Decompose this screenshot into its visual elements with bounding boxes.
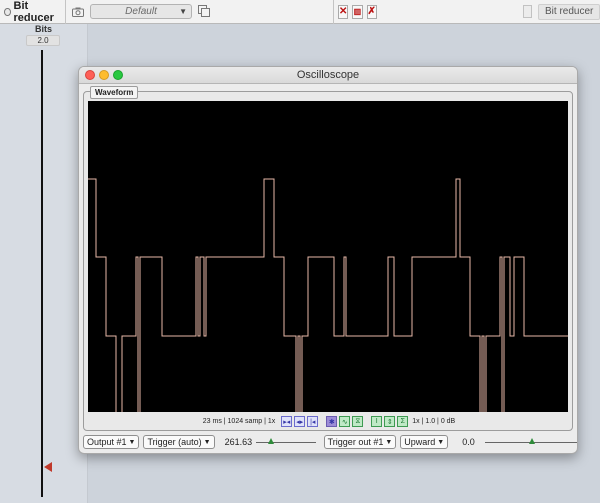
- preset-value: Default: [125, 6, 157, 17]
- threshold-value[interactable]: 0.0: [462, 437, 483, 447]
- frequency-slider-thumb[interactable]: [267, 438, 274, 444]
- window-title: Oscilloscope: [296, 69, 360, 81]
- zoom-out-vertical-icon[interactable]: ⇕: [384, 416, 396, 427]
- frequency-value[interactable]: 261.63: [225, 437, 253, 447]
- threshold-slider-thumb[interactable]: [529, 438, 536, 444]
- power-icon[interactable]: [4, 7, 11, 16]
- waveform-group: Waveform 23 ms | 1024 samp | 1x ▸◂ ◂▸ |◂…: [83, 86, 574, 431]
- scope-status: 1x | 1.0 | 0 dB: [412, 418, 456, 425]
- plugin-header-bar: Bit reducer Default ▼ ✕ ▥ ✗ Bit reducer: [0, 0, 600, 24]
- direction-value: Upward: [404, 437, 436, 447]
- chevron-down-icon: ▼: [437, 438, 445, 446]
- zoom-out-horizontal-icon[interactable]: ◂▸: [294, 416, 306, 427]
- output-dropdown[interactable]: Output #1 ▼: [83, 435, 140, 449]
- plugin-name: Bit reducer: [13, 0, 54, 24]
- actions-segment: ✕ ▥ ✗ Bit reducer: [334, 0, 600, 24]
- waveform-plot: [88, 178, 568, 412]
- chevron-down-icon: ▼: [385, 438, 393, 446]
- bits-slider-track[interactable]: [41, 50, 43, 497]
- remove-icon[interactable]: ✗: [366, 4, 377, 19]
- waveform-trace: [88, 178, 568, 412]
- frequency-slider-track: [256, 442, 316, 443]
- threshold-slider[interactable]: [485, 435, 577, 449]
- trigger-mode-value: Trigger (auto): [147, 437, 202, 447]
- trigger-mode-dropdown[interactable]: Trigger (auto) ▼: [143, 435, 215, 449]
- scope-toolbar: 23 ms | 1024 samp | 1x ▸◂ ◂▸ |◂ ✱ ∿ ⧖ I …: [84, 414, 574, 429]
- trigger-out-value: Trigger out #1: [327, 437, 384, 447]
- trigger-icon[interactable]: ∿: [339, 416, 351, 427]
- direction-dropdown[interactable]: Upward ▼: [400, 435, 449, 449]
- parameter-panel: [0, 24, 88, 503]
- fit-vertical-icon[interactable]: Σ: [397, 416, 409, 427]
- bits-slider-marker[interactable]: [44, 462, 52, 472]
- frequency-slider[interactable]: [256, 435, 316, 449]
- bits-value[interactable]: 2.0: [26, 35, 60, 46]
- fit-horizontal-icon[interactable]: |◂: [307, 416, 319, 427]
- close-x-icon[interactable]: ✕: [338, 4, 349, 19]
- settings-icon[interactable]: ✱: [326, 416, 338, 427]
- compare-icon[interactable]: ▥: [352, 4, 363, 19]
- waveform-tab[interactable]: Waveform: [90, 86, 139, 99]
- plugin-title-button[interactable]: Bit reducer: [538, 3, 600, 20]
- chevron-down-icon: ▼: [128, 438, 136, 446]
- scope-display[interactable]: [88, 101, 568, 412]
- bypass-toggle[interactable]: [522, 5, 533, 18]
- zoom-in-vertical-icon[interactable]: I: [371, 416, 383, 427]
- chevron-down-icon: ▼: [203, 438, 211, 446]
- hold-icon[interactable]: ⧖: [352, 416, 364, 427]
- preset-segment: Default ▼: [66, 0, 334, 24]
- preset-dropdown[interactable]: Default ▼: [90, 4, 192, 19]
- zoom-in-horizontal-icon[interactable]: ▸◂: [281, 416, 293, 427]
- scope-info: 23 ms | 1024 samp | 1x: [202, 418, 276, 425]
- plugin-title-segment: Bit reducer: [0, 0, 66, 24]
- trigger-out-dropdown[interactable]: Trigger out #1 ▼: [323, 435, 397, 449]
- camera-icon[interactable]: [70, 6, 86, 18]
- bottom-controls: Output #1 ▼ Trigger (auto) ▼ 261.63 Trigge…: [79, 433, 577, 451]
- copy-icon[interactable]: [198, 4, 212, 19]
- output-value: Output #1: [87, 437, 127, 447]
- oscilloscope-window: Oscilloscope Waveform 23 ms | 1024 samp …: [78, 66, 578, 454]
- bits-label: Bits: [35, 24, 53, 34]
- window-titlebar[interactable]: Oscilloscope: [79, 67, 577, 84]
- chevron-down-icon: ▼: [179, 7, 187, 16]
